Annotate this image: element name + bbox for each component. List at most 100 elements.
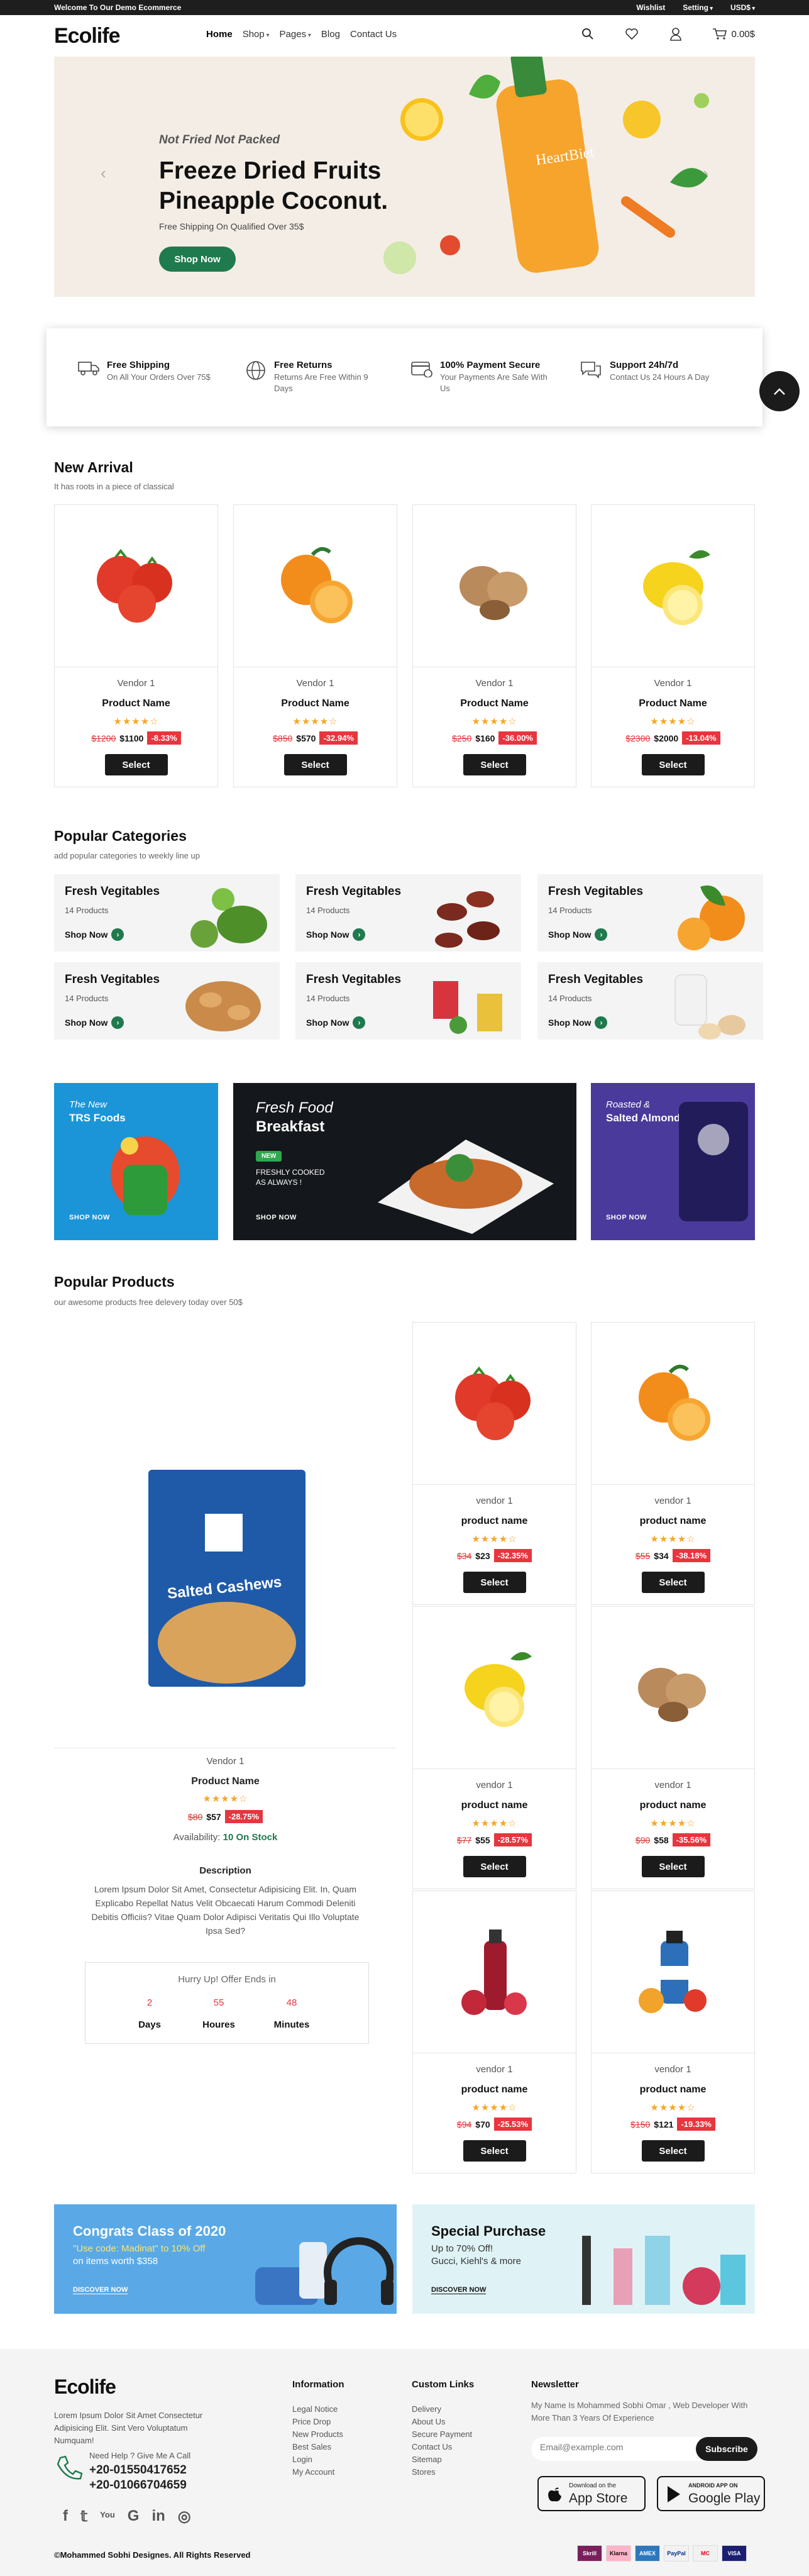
category-shop-now[interactable]: Shop Now › [65, 928, 124, 941]
product-image[interactable] [413, 1607, 576, 1769]
logo[interactable]: Ecolife [54, 24, 120, 48]
footer-info-link[interactable]: Best Sales [292, 2442, 331, 2451]
banner-shop-now-link[interactable]: SHOP NOW [69, 1214, 110, 1221]
lemon-image[interactable] [435, 1638, 554, 1738]
select-button[interactable]: Select [641, 754, 705, 775]
select-button[interactable]: Select [104, 754, 168, 775]
subscribe-button[interactable]: Subscribe [696, 2437, 757, 2461]
linkedin-icon[interactable]: in [151, 2507, 165, 2526]
google-icon[interactable]: G [128, 2507, 140, 2526]
bottle-image[interactable] [614, 1922, 733, 2023]
banner-trs-foods[interactable]: The New TRS Foods SHOP NOW [54, 1083, 218, 1240]
select-button[interactable]: Select [641, 1856, 705, 1877]
product-name[interactable]: Product Name [234, 698, 397, 709]
product-name[interactable]: product name [413, 1516, 576, 1527]
select-button[interactable]: Select [463, 1856, 526, 1877]
footer-info-link[interactable]: Login [292, 2455, 312, 2464]
juice-image[interactable] [435, 1922, 554, 2023]
product-card[interactable]: vendor 1 product name ★★★★☆ $55 $34 -38.18% Se… [591, 1322, 755, 1605]
product-name[interactable]: product name [413, 2084, 576, 2096]
wishlist-link[interactable]: Wishlist [636, 3, 665, 12]
product-card[interactable]: vendor 1 product name ★★★★☆ $34 $23 -32.35% Se… [412, 1322, 576, 1605]
nav-home[interactable]: Home [206, 29, 233, 40]
walnut-image[interactable] [435, 536, 554, 636]
promo-discover-link[interactable]: DISCOVER NOW [73, 2286, 128, 2294]
heart-icon[interactable] [624, 26, 639, 42]
category-card[interactable]: Fresh Vegitables 14 Products Shop Now › [54, 874, 280, 952]
hero-shop-now-button[interactable]: Shop Now [159, 247, 236, 272]
setting-dropdown[interactable]: Setting [683, 3, 713, 12]
category-shop-now[interactable]: Shop Now › [548, 1016, 608, 1029]
promo-class-2020[interactable]: Congrats Class of 2020 "Use code: Madina… [54, 2204, 397, 2314]
select-button[interactable]: Select [641, 1572, 705, 1593]
user-icon[interactable] [668, 26, 683, 42]
product-name[interactable]: Product Name [413, 698, 576, 709]
promo-discover-link[interactable]: DISCOVER NOW [431, 2286, 487, 2294]
select-button[interactable]: Select [463, 2140, 526, 2162]
phone-1[interactable]: +20-01550417652 [89, 2463, 187, 2477]
banner-shop-now-link[interactable]: SHOP NOW [606, 1214, 647, 1221]
footer-custom-link[interactable]: About Us [412, 2417, 445, 2426]
product-image[interactable] [55, 505, 217, 667]
product-name[interactable]: product name [592, 1516, 754, 1527]
product-image[interactable] [413, 1891, 576, 2053]
nav-shop[interactable]: Shop [243, 29, 270, 40]
product-name[interactable]: product name [413, 1800, 576, 1811]
tomato-image[interactable] [435, 1353, 554, 1454]
lemon-image[interactable] [614, 536, 733, 636]
category-card[interactable]: Fresh Vegitables 14 Products Shop Now › [537, 874, 763, 952]
nav-contact[interactable]: Contact Us [350, 29, 397, 40]
footer-custom-link[interactable]: Contact Us [412, 2442, 452, 2451]
footer-info-link[interactable]: My Account [292, 2467, 334, 2477]
product-card[interactable]: Vendor 1 Product Name ★★★★☆ $1200 $1100 -8.33… [54, 504, 218, 787]
email-field[interactable] [540, 2442, 685, 2452]
select-button[interactable]: Select [283, 754, 347, 775]
search-icon[interactable] [580, 26, 595, 42]
featured-product-image[interactable]: Salted Cashews [142, 1470, 312, 1690]
product-image[interactable] [413, 1323, 576, 1485]
google-play-button[interactable]: ANDROID APP ON Google Play [657, 2476, 765, 2511]
product-image[interactable] [413, 505, 576, 667]
select-button[interactable]: Select [463, 754, 526, 775]
category-card[interactable]: Fresh Vegitables 14 Products Shop Now › [295, 874, 521, 952]
cart-button[interactable]: 0.00$ [712, 28, 755, 40]
select-button[interactable]: Select [463, 1572, 526, 1593]
product-name[interactable]: Product Name [55, 698, 217, 709]
hero-slider[interactable]: ‹ › Not Fried Not Packed Freeze Dried Fr… [54, 57, 755, 297]
product-image[interactable] [592, 505, 754, 667]
category-shop-now[interactable]: Shop Now › [548, 928, 608, 941]
scroll-top-button[interactable] [759, 371, 800, 411]
footer-info-link[interactable]: Price Drop [292, 2417, 331, 2426]
product-card[interactable]: Vendor 1 Product Name ★★★★☆ $850 $570 -32.94%… [233, 504, 397, 787]
orange-image[interactable] [256, 536, 375, 636]
footer-info-link[interactable]: New Products [292, 2429, 343, 2439]
product-card[interactable]: vendor 1 product name ★★★★☆ $77 $55 -28.57% Se… [412, 1606, 576, 1889]
product-image[interactable] [592, 1323, 754, 1485]
youtube-icon[interactable]: You [100, 2507, 115, 2526]
currency-dropdown[interactable]: USD$ [730, 3, 755, 12]
product-card[interactable]: vendor 1 product name ★★★★☆ $90 $58 -35.56% Se… [591, 1606, 755, 1889]
product-card[interactable]: vendor 1 product name ★★★★☆ $150 $121 -19.33%… [591, 1890, 755, 2174]
nav-blog[interactable]: Blog [321, 29, 340, 40]
select-button[interactable]: Select [641, 2140, 705, 2162]
category-shop-now[interactable]: Shop Now › [306, 928, 366, 941]
footer-custom-link[interactable]: Delivery [412, 2404, 441, 2414]
banner-almonds[interactable]: Roasted & Salted Almonds SHOP NOW [591, 1083, 755, 1240]
app-store-button[interactable]: Download on the App Store [537, 2476, 646, 2511]
orange-image[interactable] [614, 1353, 733, 1454]
tomato-image[interactable] [77, 536, 196, 636]
category-shop-now[interactable]: Shop Now › [306, 1016, 366, 1029]
banner-breakfast[interactable]: Fresh Food Breakfast NEW FRESHLY COOKED … [233, 1083, 576, 1240]
phone-2[interactable]: +20-01066704659 [89, 2479, 187, 2492]
footer-logo[interactable]: Ecolife [54, 2375, 116, 2399]
category-card[interactable]: Fresh Vegitables 14 Products Shop Now › [295, 962, 521, 1040]
footer-custom-link[interactable]: Secure Payment [412, 2429, 472, 2439]
footer-custom-link[interactable]: Sitemap [412, 2455, 442, 2464]
footer-custom-link[interactable]: Stores [412, 2467, 436, 2477]
product-name[interactable]: product name [592, 2084, 754, 2096]
facebook-icon[interactable]: f [63, 2507, 68, 2526]
slider-prev-icon[interactable]: ‹ [101, 164, 106, 183]
product-image[interactable] [592, 1607, 754, 1769]
footer-info-link[interactable]: Legal Notice [292, 2404, 338, 2414]
featured-name[interactable]: Product Name [54, 1776, 397, 1787]
